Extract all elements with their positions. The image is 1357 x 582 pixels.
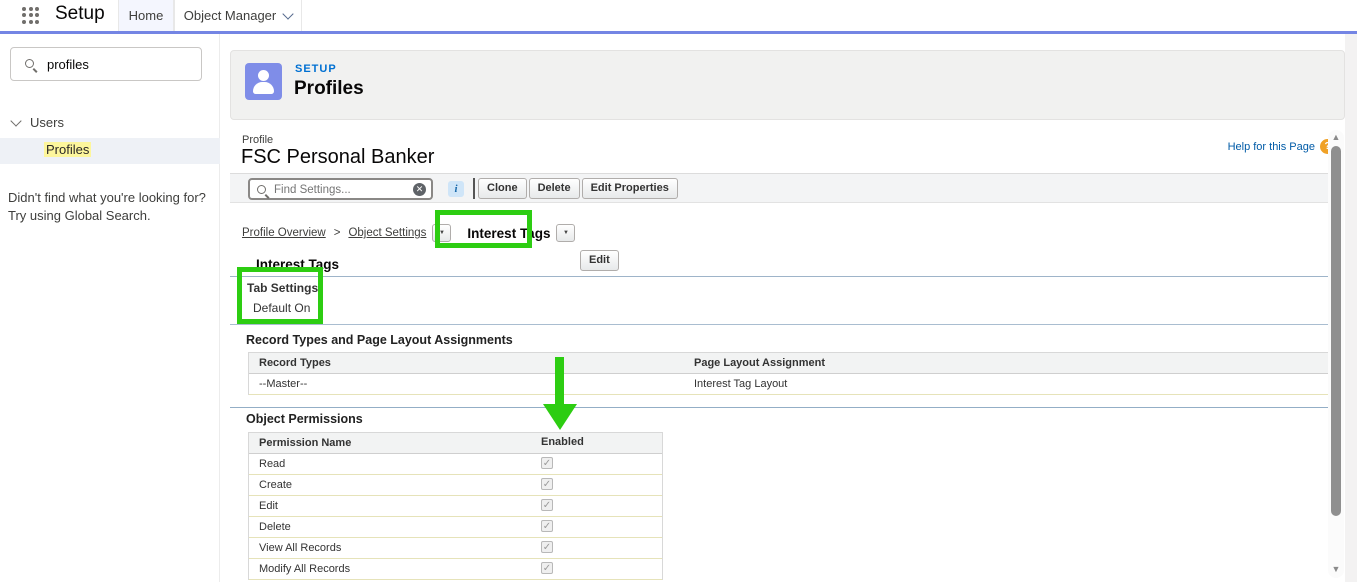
find-settings-box[interactable]: ✕ (248, 178, 433, 200)
section-divider (230, 407, 1330, 408)
table-row: Modify All Records ✓ (249, 559, 662, 580)
checkbox-checked-disabled-icon: ✓ (541, 499, 553, 511)
checkbox-checked-disabled-icon: ✓ (541, 520, 553, 532)
table-row: Create ✓ (249, 475, 662, 496)
tab-object-manager[interactable]: Object Manager (174, 0, 302, 31)
object-permissions-table: Permission Name Enabled Read ✓ Create ✓ … (248, 432, 663, 580)
object-settings-dropdown-button[interactable]: ▼ (432, 224, 451, 242)
checkbox-checked-disabled-icon: ✓ (541, 457, 553, 469)
scroll-down-icon[interactable]: ▼ (1328, 564, 1344, 574)
sidebar-group-users[interactable]: Users (10, 115, 64, 130)
profile-detail-panel: Profile FSC Personal Banker Help for thi… (230, 128, 1345, 582)
breadcrumb-separator: > (334, 227, 341, 239)
chevron-down-icon (283, 8, 294, 19)
setup-eyebrow: SETUP (295, 63, 337, 75)
find-settings-input[interactable] (274, 182, 404, 197)
clear-search-icon[interactable]: ✕ (413, 183, 426, 196)
checkbox-checked-disabled-icon: ✓ (541, 478, 553, 490)
table-row: Delete ✓ (249, 517, 662, 538)
enabled-col-header: Enabled (533, 433, 662, 453)
permission-name-cell: Delete (249, 517, 533, 537)
permission-name-cell: View All Records (249, 538, 533, 558)
table-row: Read ✓ (249, 454, 662, 475)
object-permissions-header-row: Permission Name Enabled (249, 433, 662, 454)
vertical-scrollbar[interactable]: ▲ ▼ (1328, 130, 1344, 578)
scrollbar-thumb[interactable] (1331, 146, 1341, 516)
breadcrumb-current-interest-tags: Interest Tags (467, 226, 550, 241)
delete-button[interactable]: Delete (529, 178, 580, 199)
section-divider (230, 324, 1330, 325)
quick-find-box[interactable] (10, 47, 202, 81)
search-icon (25, 59, 34, 68)
sidebar-footer-line1: Didn't find what you're looking for? (8, 189, 206, 207)
breadcrumb: Profile Overview > Object Settings ▼ Int… (242, 221, 575, 245)
toolbar-buttons: Clone Delete Edit Properties (478, 178, 678, 199)
clone-button[interactable]: Clone (478, 178, 527, 199)
edit-properties-button[interactable]: Edit Properties (582, 178, 678, 199)
record-types-table: Record Types Page Layout Assignment --Ma… (248, 352, 1330, 395)
page-title: Profiles (294, 78, 364, 100)
tab-object-manager-label: Object Manager (184, 8, 277, 23)
page-background-gutter (1345, 34, 1357, 582)
scroll-up-icon[interactable]: ▲ (1328, 132, 1344, 142)
interest-tags-dropdown-button[interactable]: ▼ (556, 224, 575, 242)
permission-name-cell: Create (249, 475, 533, 495)
sidebar-group-label: Users (30, 115, 64, 130)
table-row: --Master-- Interest Tag Layout (249, 374, 1329, 395)
setup-sidebar: Users Profiles Didn't find what you're l… (0, 34, 220, 582)
table-row: View All Records ✓ (249, 538, 662, 559)
salesforce-setup-window: Setup Home Object Manager Users Profiles… (0, 0, 1357, 582)
sidebar-footer-line2: Try using Global Search. (8, 207, 206, 225)
help-for-this-page-link[interactable]: Help for this Page (1228, 141, 1315, 153)
permission-name-cell: Modify All Records (249, 559, 533, 579)
record-type-cell: --Master-- (249, 374, 686, 394)
permission-name-cell: Read (249, 454, 533, 474)
app-title: Setup (55, 3, 105, 25)
profiles-object-icon (245, 63, 282, 100)
entity-type-label: Profile (242, 134, 273, 146)
sidebar-footer-text: Didn't find what you're looking for? Try… (8, 189, 206, 225)
tab-settings-label: Tab Settings (247, 281, 318, 295)
search-icon (257, 185, 266, 194)
toolbar-divider (473, 178, 475, 199)
checkbox-checked-disabled-icon: ✓ (541, 541, 553, 553)
tab-home-label: Home (129, 8, 164, 23)
record-types-heading: Record Types and Page Layout Assignments (246, 333, 513, 347)
tab-settings-value: Default On (253, 301, 310, 315)
record-types-col-header: Record Types (249, 353, 686, 373)
page-header-card: SETUP Profiles (230, 50, 1345, 120)
sidebar-item-profiles-label: Profiles (44, 142, 91, 157)
profile-name: FSC Personal Banker (241, 146, 434, 169)
sidebar-item-profiles[interactable]: Profiles (0, 138, 220, 164)
table-row: Edit ✓ (249, 496, 662, 517)
section-title-interest-tags: Interest Tags (256, 257, 339, 272)
record-types-header-row: Record Types Page Layout Assignment (249, 353, 1329, 374)
tab-home[interactable]: Home (118, 0, 174, 31)
edit-button[interactable]: Edit (580, 250, 619, 271)
breadcrumb-object-settings[interactable]: Object Settings (348, 227, 426, 239)
section-divider (230, 276, 1330, 277)
app-launcher-icon[interactable] (22, 7, 40, 24)
permission-name-col-header: Permission Name (249, 433, 533, 453)
checkbox-checked-disabled-icon: ✓ (541, 562, 553, 574)
object-permissions-heading: Object Permissions (246, 412, 363, 426)
permission-name-cell: Edit (249, 496, 533, 516)
breadcrumb-profile-overview[interactable]: Profile Overview (242, 227, 326, 239)
global-header: Setup Home Object Manager (0, 0, 1357, 31)
page-layout-col-header: Page Layout Assignment (686, 353, 1329, 373)
info-icon[interactable]: i (448, 181, 464, 197)
chevron-down-icon (10, 115, 21, 126)
quick-find-input[interactable] (47, 54, 193, 74)
page-layout-cell: Interest Tag Layout (686, 374, 1329, 394)
profile-toolbar: ✕ i Clone Delete Edit Properties (230, 173, 1330, 203)
